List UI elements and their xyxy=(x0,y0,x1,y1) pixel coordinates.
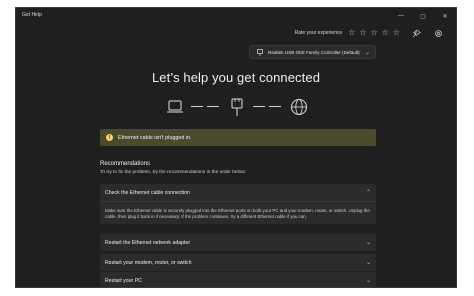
alert-message: Ethernet cable isn't plugged in. xyxy=(118,134,192,141)
accordion-title: Restart your modem, router, or switch xyxy=(105,259,192,266)
accordion-restart-adapter[interactable]: Restart the Ethernet network adapter ⌄ xyxy=(100,234,376,251)
star-icon-3[interactable]: ☆ xyxy=(370,29,377,37)
warning-icon: ! xyxy=(106,134,113,141)
get-help-window: Get Help — ▢ ✕ Rate your experience ☆ ☆ … xyxy=(15,7,457,288)
minimize-button[interactable]: — xyxy=(390,8,412,24)
recommendations-title: Recommendations xyxy=(100,161,151,167)
ethernet-adapter-icon xyxy=(257,43,263,61)
connector-dash xyxy=(253,106,265,107)
recommendations-subtitle: To try to fix the problem, try the recom… xyxy=(100,170,247,175)
accordion-header[interactable]: Check the Ethernet cable connection ⌃ xyxy=(100,184,376,201)
star-icon-2[interactable]: ☆ xyxy=(359,29,366,37)
accordion-header[interactable]: Restart the Ethernet network adapter ⌄ xyxy=(100,234,376,251)
accordion-body-text: Make sure the Ethernet cable is securely… xyxy=(100,201,376,224)
connector-dash xyxy=(207,106,219,107)
accordion-title: Check the Ethernet cable connection xyxy=(105,189,190,196)
connector-dash xyxy=(269,106,281,107)
accordion-title: Restart the Ethernet network adapter xyxy=(105,239,191,246)
adapter-dropdown[interactable]: Realtek USB GbE Family Controller (Defau… xyxy=(249,45,376,59)
close-button[interactable]: ✕ xyxy=(434,8,456,24)
app-title: Get Help xyxy=(22,12,42,18)
status-alert: ! Ethernet cable isn't plugged in. xyxy=(100,129,376,146)
star-icon-4[interactable]: ☆ xyxy=(382,29,389,37)
accordion-header[interactable]: Restart your modem, router, or switch ⌄ xyxy=(100,254,376,271)
connection-diagram xyxy=(166,97,311,117)
page-title: Let’s help you get connected xyxy=(151,70,321,85)
star-icon-5[interactable]: ☆ xyxy=(393,29,400,37)
chevron-down-icon[interactable]: ⌄ xyxy=(366,277,371,284)
accordion-header[interactable]: Restart your PC ⌄ xyxy=(100,272,376,287)
chevron-down-icon[interactable]: ⌄ xyxy=(366,259,371,266)
connector-dash xyxy=(191,106,203,107)
globe-icon xyxy=(290,98,308,121)
settings-icon[interactable] xyxy=(432,28,444,38)
ethernet-plug-icon xyxy=(229,97,245,122)
pin-icon[interactable] xyxy=(410,28,422,38)
accordion-check-ethernet-cable: Check the Ethernet cable connection ⌃ Ma… xyxy=(100,184,376,225)
chevron-down-icon[interactable]: ⌄ xyxy=(366,239,371,246)
laptop-icon xyxy=(166,99,184,120)
star-icon-1[interactable]: ☆ xyxy=(348,29,355,37)
chevron-up-icon[interactable]: ⌃ xyxy=(366,189,371,196)
rate-label: Rate your experience xyxy=(294,30,343,36)
maximize-button[interactable]: ▢ xyxy=(412,8,434,24)
chevron-down-icon: ⌄ xyxy=(364,50,370,56)
window-controls: — ▢ ✕ xyxy=(390,8,456,24)
accordion-title: Restart your PC xyxy=(105,277,142,284)
accordion-restart-pc[interactable]: Restart your PC ⌄ xyxy=(100,272,376,287)
adapter-selected-value: Realtek USB GbE Family Controller (Defau… xyxy=(268,49,360,55)
title-bar: Get Help — ▢ ✕ xyxy=(16,8,456,24)
accordion-restart-modem[interactable]: Restart your modem, router, or switch ⌄ xyxy=(100,254,376,271)
rating-bar: Rate your experience ☆ ☆ ☆ ☆ ☆ xyxy=(295,28,444,38)
